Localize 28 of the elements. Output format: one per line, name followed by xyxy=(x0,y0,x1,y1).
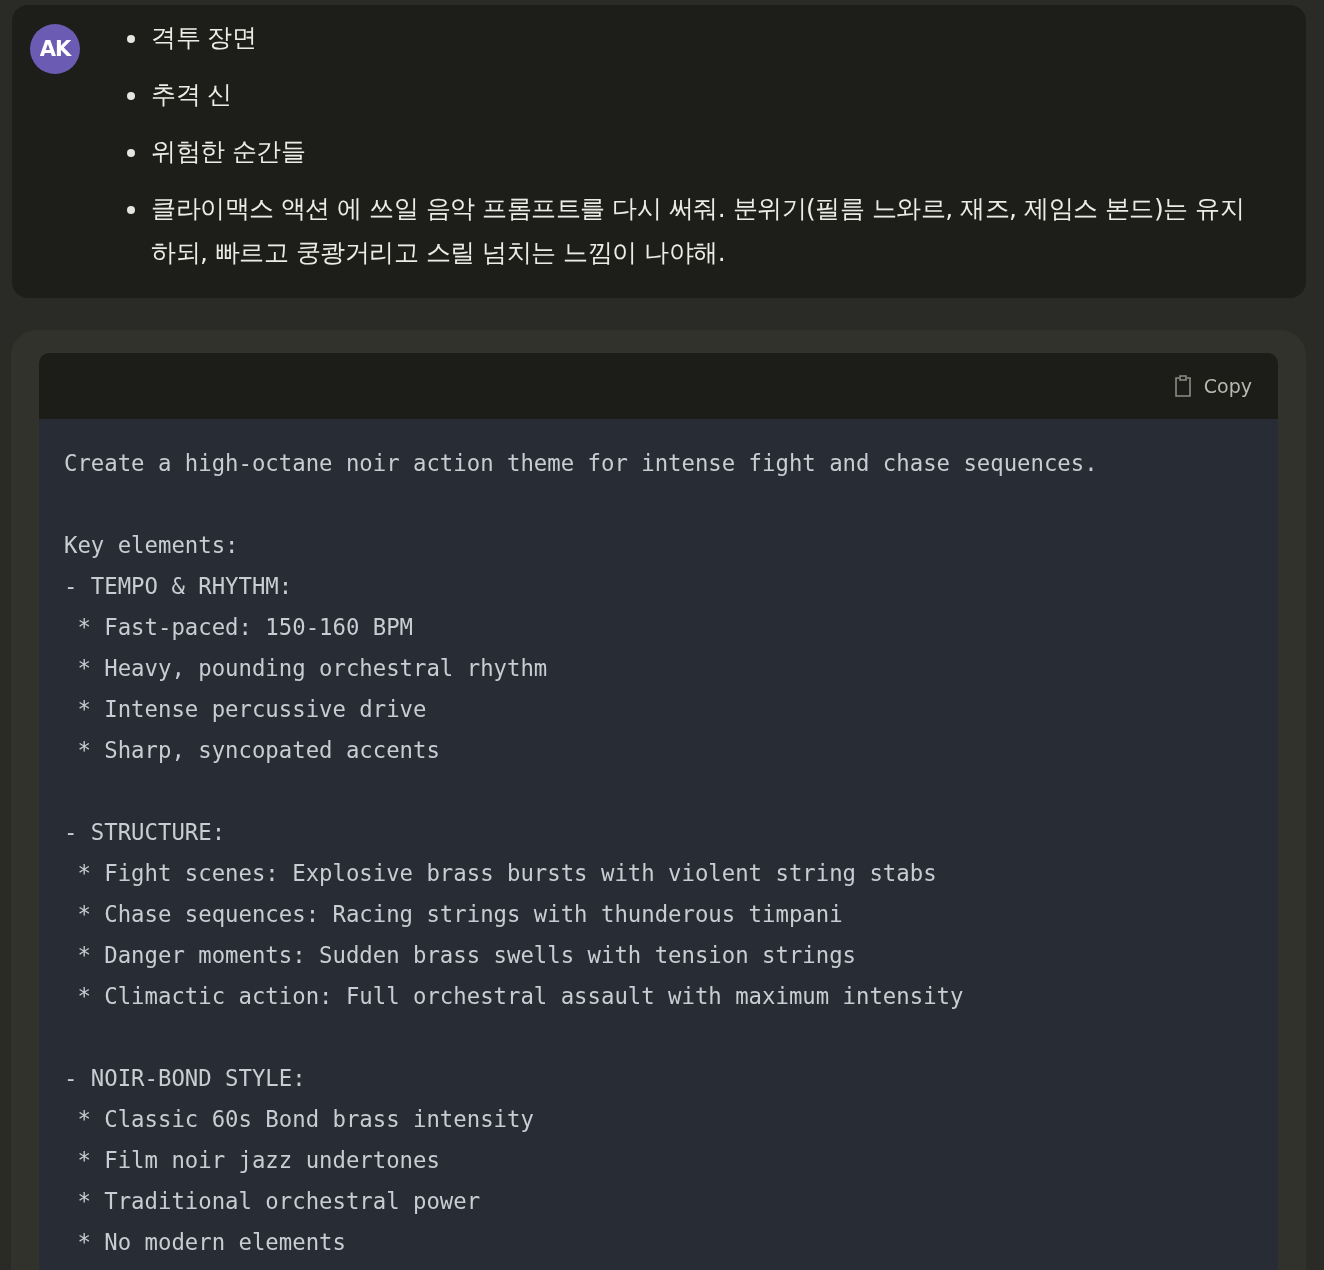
bullet-icon xyxy=(127,149,135,157)
code-line: * Fast-paced: 150-160 BPM xyxy=(76,613,415,642)
code-line: * Fight scenes: Explosive brass bursts with violent string stabs xyxy=(76,859,938,888)
bullet-icon xyxy=(127,92,135,100)
message-text: 격투 장면 xyxy=(151,22,257,54)
message-text: 위험한 순간들 xyxy=(151,136,306,168)
code-line: Key elements: xyxy=(64,531,240,560)
code-line: - NOIR-BOND STYLE: xyxy=(64,1064,307,1093)
code-line: * Climactic action: Full orchestral assault with maximum intensity xyxy=(76,982,965,1011)
code-line: * Heavy, pounding orchestral rhythm xyxy=(76,654,549,683)
code-line: * Intense percussive drive xyxy=(76,695,428,724)
message-text: 클라이맥스 액션 에 쓰일 음악 프롬프트를 다시 써줘. 분위기(필름 느와르, 재즈, 제임스 본드)는 유지 하되, 빠르고 쿵쾅거리고 스릴 넘치는 느낌이 나야해. xyxy=(151,193,1246,269)
code-line: Create a high-octane noir action theme for intense fight and chase sequences. xyxy=(64,449,1099,478)
message-text: 추격 신 xyxy=(151,79,232,111)
copy-button[interactable]: Copy xyxy=(1173,373,1252,399)
code-line: * Danger moments: Sudden brass swells with tension strings xyxy=(76,941,857,970)
code-line: * No modern elements xyxy=(76,1228,347,1257)
user-avatar: AK xyxy=(30,24,80,74)
code-line: * Sharp, syncopated accents xyxy=(76,736,441,765)
clipboard-icon xyxy=(1173,375,1192,397)
code-line: - TEMPO & RHYTHM: xyxy=(64,572,294,601)
bullet-icon xyxy=(127,35,135,43)
code-line: * Traditional orchestral power xyxy=(76,1187,482,1216)
code-line: - STRUCTURE: xyxy=(64,818,227,847)
code-line: * Classic 60s Bond brass intensity xyxy=(76,1105,535,1134)
code-line: * Chase sequences: Racing strings with thunderous timpani xyxy=(76,900,844,929)
code-line: * Film noir jazz undertones xyxy=(76,1146,441,1175)
bullet-icon xyxy=(127,206,135,214)
